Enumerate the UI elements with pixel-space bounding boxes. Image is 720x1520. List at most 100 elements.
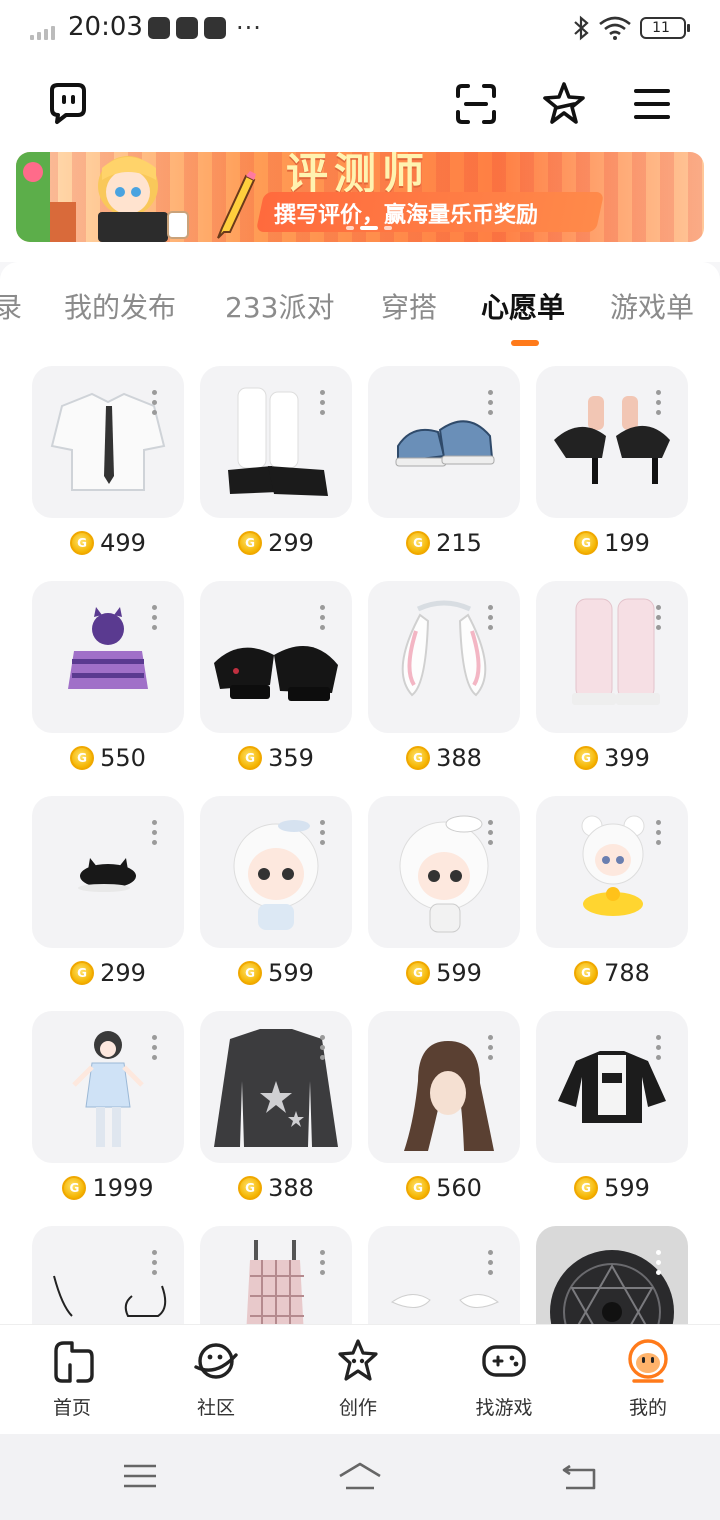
- wishlist-item[interactable]: [536, 1226, 688, 1324]
- wishlist-item[interactable]: 788: [536, 796, 688, 996]
- item-thumbnail[interactable]: [368, 1011, 520, 1163]
- item-thumbnail[interactable]: [200, 366, 352, 518]
- item-thumbnail[interactable]: [536, 796, 688, 948]
- wishlist-item[interactable]: 599: [200, 796, 352, 996]
- coin-icon: [238, 746, 263, 770]
- more-options-icon[interactable]: [656, 390, 662, 416]
- item-thumbnail[interactable]: [368, 1226, 520, 1324]
- wishlist-item[interactable]: 299: [200, 366, 352, 566]
- menu-icon[interactable]: [628, 80, 676, 128]
- nav-create-label: 创作: [338, 1397, 377, 1419]
- active-tab-indicator: [511, 340, 539, 346]
- wishlist-item[interactable]: [32, 1226, 184, 1324]
- more-options-icon[interactable]: [152, 390, 158, 416]
- wishlist-item[interactable]: 399: [536, 581, 688, 781]
- music-app-icon: [176, 17, 198, 39]
- item-thumbnail[interactable]: [368, 796, 520, 948]
- more-options-icon[interactable]: [320, 1035, 326, 1061]
- nav-me[interactable]: 我的: [588, 1337, 708, 1431]
- more-options-icon[interactable]: [488, 820, 494, 846]
- tab-wishlist[interactable]: 心愿单: [481, 286, 565, 326]
- message-app-icon: [148, 17, 170, 39]
- home-icon: [54, 1341, 94, 1383]
- coin-icon: [406, 531, 431, 555]
- item-thumbnail[interactable]: [200, 1226, 352, 1324]
- white-shirt-tie-icon: [50, 392, 166, 491]
- wishlist-item[interactable]: 560: [368, 1011, 520, 1211]
- item-price: 388: [368, 741, 520, 775]
- more-options-icon[interactable]: [656, 820, 662, 846]
- item-thumbnail[interactable]: [32, 796, 184, 948]
- wishlist-item[interactable]: 499: [32, 366, 184, 566]
- more-options-icon[interactable]: [152, 1035, 158, 1061]
- star-badge-icon[interactable]: [540, 80, 588, 128]
- profile-content: 录 我的发布 233派对 穿搭 心愿单 游戏单 499: [0, 262, 720, 1324]
- more-options-icon[interactable]: [488, 605, 494, 631]
- wishlist-item[interactable]: 215: [368, 366, 520, 566]
- wishlist-item[interactable]: 359: [200, 581, 352, 781]
- tab-outfits[interactable]: 穿搭: [381, 286, 437, 326]
- more-options-icon[interactable]: [488, 1035, 494, 1061]
- wishlist-item[interactable]: 599: [368, 796, 520, 996]
- more-options-icon[interactable]: [488, 390, 494, 416]
- more-options-icon[interactable]: [656, 1250, 662, 1276]
- item-thumbnail[interactable]: [32, 366, 184, 518]
- tab-game-lists[interactable]: 游戏单: [610, 286, 694, 326]
- item-price: 388: [200, 1171, 352, 1205]
- item-thumbnail[interactable]: [32, 1011, 184, 1163]
- wishlist-item[interactable]: 388: [200, 1011, 352, 1211]
- banner-page-indicator: [346, 226, 392, 230]
- wishlist-item[interactable]: 388: [368, 581, 520, 781]
- back-button-icon[interactable]: [560, 1460, 600, 1492]
- item-thumbnail[interactable]: [368, 581, 520, 733]
- chat-bubble-icon[interactable]: [44, 80, 92, 128]
- wishlist-item[interactable]: 299: [32, 796, 184, 996]
- nav-home[interactable]: 首页: [12, 1337, 132, 1431]
- more-options-icon[interactable]: [152, 820, 158, 846]
- promo-banner[interactable]: 评测师 撰写评价，赢海量乐币奖励: [16, 152, 704, 242]
- item-price: 215: [368, 526, 520, 560]
- bottom-navigation: 首页 社区 创作 找游戏 我的: [0, 1324, 720, 1434]
- more-options-icon[interactable]: [152, 1250, 158, 1276]
- item-thumbnail[interactable]: [368, 366, 520, 518]
- nav-find-games[interactable]: 找游戏: [444, 1337, 564, 1431]
- nav-community[interactable]: 社区: [156, 1337, 276, 1431]
- wishlist-item[interactable]: [368, 1226, 520, 1324]
- coin-icon: [406, 961, 431, 985]
- more-options-icon[interactable]: [320, 820, 326, 846]
- full-avatar-outfit-icon: [72, 1031, 144, 1147]
- item-thumbnail[interactable]: [536, 1011, 688, 1163]
- more-options-icon[interactable]: [320, 1250, 326, 1276]
- tab-record[interactable]: 录: [0, 286, 22, 326]
- item-price: 1999: [32, 1171, 184, 1205]
- more-options-icon[interactable]: [656, 1035, 662, 1061]
- more-options-icon[interactable]: [488, 1250, 494, 1276]
- more-options-icon[interactable]: [656, 605, 662, 631]
- scan-icon[interactable]: [452, 80, 500, 128]
- item-thumbnail[interactable]: [536, 366, 688, 518]
- more-options-icon[interactable]: [152, 605, 158, 631]
- item-thumbnail[interactable]: [536, 581, 688, 733]
- banner-subtitle: 撰写评价，赢海量乐币奖励: [274, 203, 539, 228]
- bunny-ear-headband-icon: [401, 600, 487, 697]
- wishlist-item[interactable]: 599: [536, 1011, 688, 1211]
- wishlist-item[interactable]: 1999: [32, 1011, 184, 1211]
- home-button-icon[interactable]: [336, 1460, 384, 1492]
- more-options-icon[interactable]: [320, 390, 326, 416]
- item-thumbnail[interactable]: [32, 581, 184, 733]
- item-thumbnail[interactable]: [200, 581, 352, 733]
- black-mary-janes-icon: [214, 646, 338, 701]
- wishlist-item[interactable]: 199: [536, 366, 688, 566]
- tab-233-party[interactable]: 233派对: [225, 286, 334, 326]
- wishlist-item[interactable]: [200, 1226, 352, 1324]
- nav-create[interactable]: 创作: [298, 1337, 418, 1431]
- tab-my-posts[interactable]: 我的发布: [64, 286, 176, 326]
- coin-icon: [406, 746, 431, 770]
- item-thumbnail[interactable]: [200, 1011, 352, 1163]
- item-thumbnail[interactable]: [200, 796, 352, 948]
- more-options-icon[interactable]: [320, 605, 326, 631]
- item-thumbnail[interactable]: [32, 1226, 184, 1324]
- recent-apps-icon[interactable]: [120, 1460, 160, 1492]
- item-thumbnail[interactable]: [536, 1226, 688, 1324]
- wishlist-item[interactable]: 550: [32, 581, 184, 781]
